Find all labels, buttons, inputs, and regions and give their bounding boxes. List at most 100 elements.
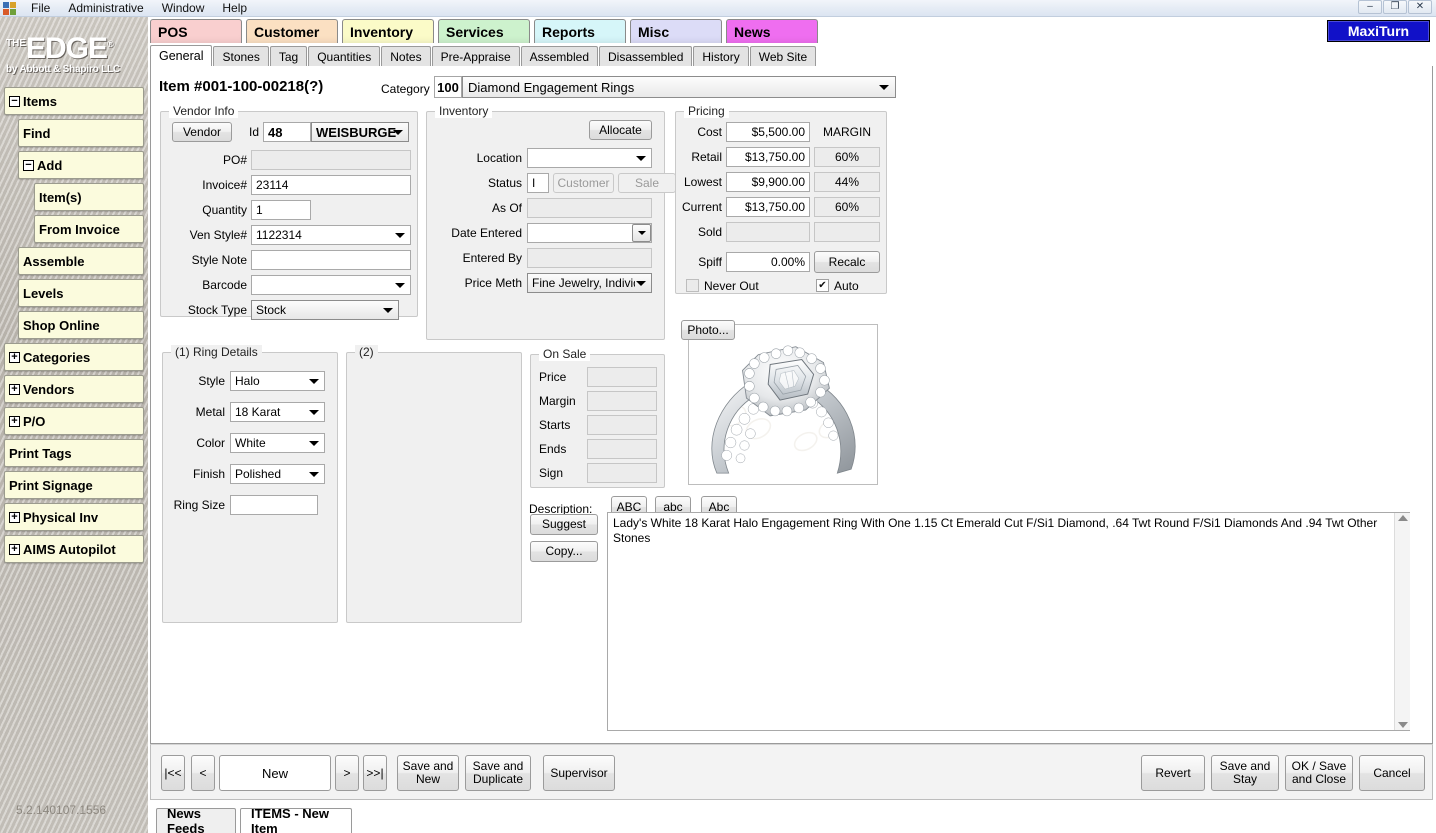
location-select[interactable] [527, 148, 652, 168]
color-field[interactable]: White [230, 433, 325, 453]
tab-history[interactable]: History [693, 46, 748, 66]
barcode-field[interactable] [251, 275, 411, 295]
tab-pre-appraise[interactable]: Pre-Appraise [432, 46, 520, 66]
sidebar-item-vendors[interactable]: +Vendors [4, 375, 144, 403]
first-record-button[interactable]: |<< [161, 755, 185, 791]
ven-style-field[interactable]: 1122314 [251, 225, 411, 245]
collapse-icon[interactable]: − [23, 160, 34, 171]
expand-icon[interactable]: + [9, 512, 20, 523]
primary-tab-services[interactable]: Services [438, 19, 530, 43]
auto-checkbox[interactable]: ✔ [816, 279, 829, 292]
sidebar-item-add[interactable]: −Add [18, 151, 144, 179]
tab-quantities[interactable]: Quantities [308, 46, 380, 66]
item-photo[interactable] [688, 324, 878, 485]
minimize-button[interactable]: – [1358, 0, 1382, 14]
prev-record-button[interactable]: < [191, 755, 215, 791]
invoice-field[interactable]: 23114 [251, 175, 411, 195]
sidebar-item-print-signage[interactable]: Print Signage [4, 471, 144, 499]
on-sale-margin-field[interactable] [587, 391, 657, 411]
expand-icon[interactable]: + [9, 544, 20, 555]
cost-price-field[interactable]: $5,500.00 [726, 122, 810, 142]
copy-button[interactable]: Copy... [530, 541, 598, 562]
recalc-button[interactable]: Recalc [814, 251, 880, 273]
sidebar-item-shop-online[interactable]: Shop Online [18, 311, 144, 339]
description-textarea[interactable]: Lady's White 18 Karat Halo Engagement Ri… [607, 512, 1410, 731]
expand-icon[interactable]: + [9, 384, 20, 395]
vendor-name-select[interactable]: WEISBURGE [311, 122, 409, 142]
photo-button[interactable]: Photo... [681, 320, 735, 340]
scroll-down-icon[interactable] [1398, 722, 1408, 728]
price-method-select[interactable]: Fine Jewelry, Individual Item [527, 273, 652, 293]
vendor-id-field[interactable]: 48 [263, 122, 311, 142]
spiff-field[interactable]: 0.00% [726, 252, 810, 272]
primary-tab-misc[interactable]: Misc [630, 19, 722, 43]
menu-item-window[interactable]: Window [153, 0, 214, 17]
never-out-checkbox[interactable] [686, 279, 699, 292]
menu-item-administrative[interactable]: Administrative [59, 0, 152, 17]
cancel-button[interactable]: Cancel [1359, 755, 1425, 791]
menu-item-help[interactable]: Help [213, 0, 256, 17]
category-select[interactable]: Diamond Engagement Rings [462, 76, 896, 98]
metal-field[interactable]: 18 Karat [230, 402, 325, 422]
sidebar-item-print-tags[interactable]: Print Tags [4, 439, 144, 467]
finish-field[interactable]: Polished [230, 464, 325, 484]
date-picker-button[interactable] [632, 224, 651, 242]
sidebar-item-items[interactable]: −Items [4, 87, 144, 115]
sidebar-item-aims-autopilot[interactable]: +AIMS Autopilot [4, 535, 144, 563]
on-sale-ends-field[interactable] [587, 439, 657, 459]
vendor-button[interactable]: Vendor [172, 122, 232, 142]
next-record-button[interactable]: > [335, 755, 359, 791]
current-price-field[interactable]: $13,750.00 [726, 197, 810, 217]
tab-web-site[interactable]: Web Site [750, 46, 816, 66]
style-note-field[interactable] [251, 250, 411, 270]
save-and-stay-button[interactable]: Save and Stay [1211, 755, 1279, 791]
restore-button[interactable]: ❐ [1383, 0, 1407, 14]
tab-tag[interactable]: Tag [270, 46, 307, 66]
sidebar-item-find[interactable]: Find [18, 119, 144, 147]
save-and-new-button[interactable]: Save and New [397, 755, 459, 791]
menu-item-file[interactable]: File [22, 0, 59, 17]
on-sale-sign-field[interactable] [587, 463, 657, 483]
retail-price-field[interactable]: $13,750.00 [726, 147, 810, 167]
primary-tab-customer[interactable]: Customer [246, 19, 338, 43]
suggest-button[interactable]: Suggest [530, 514, 598, 535]
customer-button[interactable]: Customer [553, 173, 614, 193]
primary-tab-reports[interactable]: Reports [534, 19, 626, 43]
tab-assembled[interactable]: Assembled [521, 46, 598, 66]
tab-notes[interactable]: Notes [381, 46, 430, 66]
primary-tab-news[interactable]: News [726, 19, 818, 43]
revert-button[interactable]: Revert [1141, 755, 1205, 791]
category-number-field[interactable]: 100 [434, 76, 462, 98]
tab-general[interactable]: General [150, 45, 212, 66]
on-sale-price-field[interactable] [587, 367, 657, 387]
primary-tab-pos[interactable]: POS [150, 19, 242, 43]
sidebar-item-categories[interactable]: +Categories [4, 343, 144, 371]
sidebar-item-p-o[interactable]: +P/O [4, 407, 144, 435]
taskbar-tab-items-new-item[interactable]: ITEMS - New Item [240, 808, 352, 833]
maxiturn-button[interactable]: MaxiTurn [1327, 20, 1430, 42]
taskbar-tab-news-feeds[interactable]: News Feeds [156, 808, 236, 833]
tab-stones[interactable]: Stones [213, 46, 268, 66]
ok-save-and-close-button[interactable]: OK / Save and Close [1285, 755, 1353, 791]
scroll-up-icon[interactable] [1398, 515, 1408, 521]
last-record-button[interactable]: >>| [363, 755, 387, 791]
status-field[interactable]: I [527, 173, 549, 193]
ring-size-field[interactable] [230, 495, 318, 515]
lowest-price-field[interactable]: $9,900.00 [726, 172, 810, 192]
primary-tab-inventory[interactable]: Inventory [342, 19, 434, 43]
sale-button[interactable]: Sale [618, 173, 676, 193]
save-and-duplicate-button[interactable]: Save and Duplicate [465, 755, 531, 791]
expand-icon[interactable]: + [9, 416, 20, 427]
close-button[interactable]: ✕ [1408, 0, 1432, 14]
quantity-field[interactable]: 1 [251, 200, 311, 220]
sidebar-item-from-invoice[interactable]: From Invoice [34, 215, 144, 243]
stock-type-field[interactable]: Stock [251, 300, 399, 320]
description-scrollbar[interactable] [1394, 513, 1410, 730]
on-sale-starts-field[interactable] [587, 415, 657, 435]
style-field[interactable]: Halo [230, 371, 325, 391]
collapse-icon[interactable]: − [9, 96, 20, 107]
allocate-button[interactable]: Allocate [589, 120, 652, 140]
sidebar-item-item-s[interactable]: Item(s) [34, 183, 144, 211]
supervisor-button[interactable]: Supervisor [543, 755, 615, 791]
sidebar-item-levels[interactable]: Levels [18, 279, 144, 307]
